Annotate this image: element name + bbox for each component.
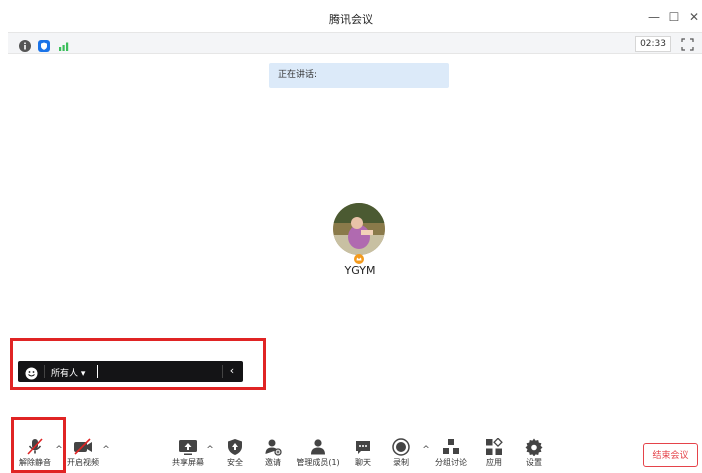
breakout-label: 分组讨论 <box>435 458 467 467</box>
speaking-label: 正在讲话: <box>278 70 318 80</box>
recipient-label: 所有人 <box>51 369 79 379</box>
unmute-button[interactable]: 解除静音 <box>15 438 55 468</box>
settings-button[interactable]: 设置 <box>521 438 547 468</box>
signal-icon[interactable] <box>58 37 71 56</box>
members-icon <box>311 439 325 455</box>
apps-icon <box>486 438 503 455</box>
mic-muted-icon <box>27 438 43 455</box>
settings-label: 设置 <box>526 458 542 467</box>
chat-button[interactable]: 聊天 <box>350 438 376 468</box>
avatar[interactable] <box>333 203 385 255</box>
window-title: 腾讯会议 <box>329 13 373 26</box>
video-options-caret-icon[interactable]: ^ <box>101 445 111 455</box>
apps-label: 应用 <box>486 458 502 467</box>
gear-icon <box>525 438 543 456</box>
shield-icon <box>228 439 242 455</box>
fullscreen-icon[interactable] <box>681 36 694 55</box>
chat-icon <box>356 441 370 454</box>
participant-name: YGYM <box>344 264 376 277</box>
speaking-banner: 正在讲话: <box>269 63 449 88</box>
record-label: 录制 <box>393 458 409 467</box>
apps-button[interactable]: 应用 <box>481 438 507 468</box>
recipient-select[interactable]: 所有人 ▾ <box>51 366 85 379</box>
info-icon[interactable] <box>19 37 31 56</box>
breakout-icon <box>443 439 459 454</box>
share-options-caret-icon[interactable]: ^ <box>205 445 215 455</box>
start-video-label: 开启视频 <box>67 458 99 467</box>
share-screen-label: 共享屏幕 <box>172 458 204 467</box>
shield-icon[interactable] <box>38 37 50 56</box>
record-icon <box>392 438 410 456</box>
recipient-caret-icon: ▾ <box>80 369 86 379</box>
maximize-icon[interactable]: ☐ <box>666 9 682 25</box>
emoji-icon[interactable] <box>25 365 38 384</box>
invite-button[interactable]: 邀请 <box>260 438 286 468</box>
end-meeting-button[interactable]: 结束会议 <box>643 443 698 467</box>
divider <box>222 365 223 378</box>
manage-members-button[interactable]: 管理成员(1) <box>294 438 342 468</box>
close-icon[interactable]: ✕ <box>686 9 702 25</box>
title-bar: 腾讯会议 — ☐ ✕ <box>0 0 702 34</box>
collapse-icon[interactable]: ‹ <box>226 364 238 377</box>
text-cursor[interactable] <box>97 365 98 378</box>
manage-members-label: 管理成员(1) <box>296 458 340 467</box>
status-bar: 02:33 <box>8 32 702 54</box>
security-label: 安全 <box>227 458 243 467</box>
share-screen-button[interactable]: 共享屏幕 <box>170 438 206 468</box>
breakout-button[interactable]: 分组讨论 <box>432 438 470 468</box>
chat-label: 聊天 <box>355 458 371 467</box>
chat-input-bar[interactable]: 所有人 ▾ ‹ <box>18 361 243 382</box>
record-options-caret-icon[interactable]: ^ <box>421 445 431 455</box>
invite-label: 邀请 <box>265 458 281 467</box>
share-screen-icon <box>179 440 197 455</box>
meeting-timer: 02:33 <box>635 36 671 52</box>
record-button[interactable]: 录制 <box>388 438 414 468</box>
invite-icon <box>265 439 282 456</box>
security-button[interactable]: 安全 <box>222 438 248 468</box>
start-video-button[interactable]: 开启视频 <box>64 438 102 468</box>
video-off-icon <box>74 438 92 455</box>
unmute-label: 解除静音 <box>19 458 51 467</box>
audio-options-caret-icon[interactable]: ^ <box>54 445 64 455</box>
divider <box>44 365 45 378</box>
minimize-icon[interactable]: — <box>646 9 662 25</box>
